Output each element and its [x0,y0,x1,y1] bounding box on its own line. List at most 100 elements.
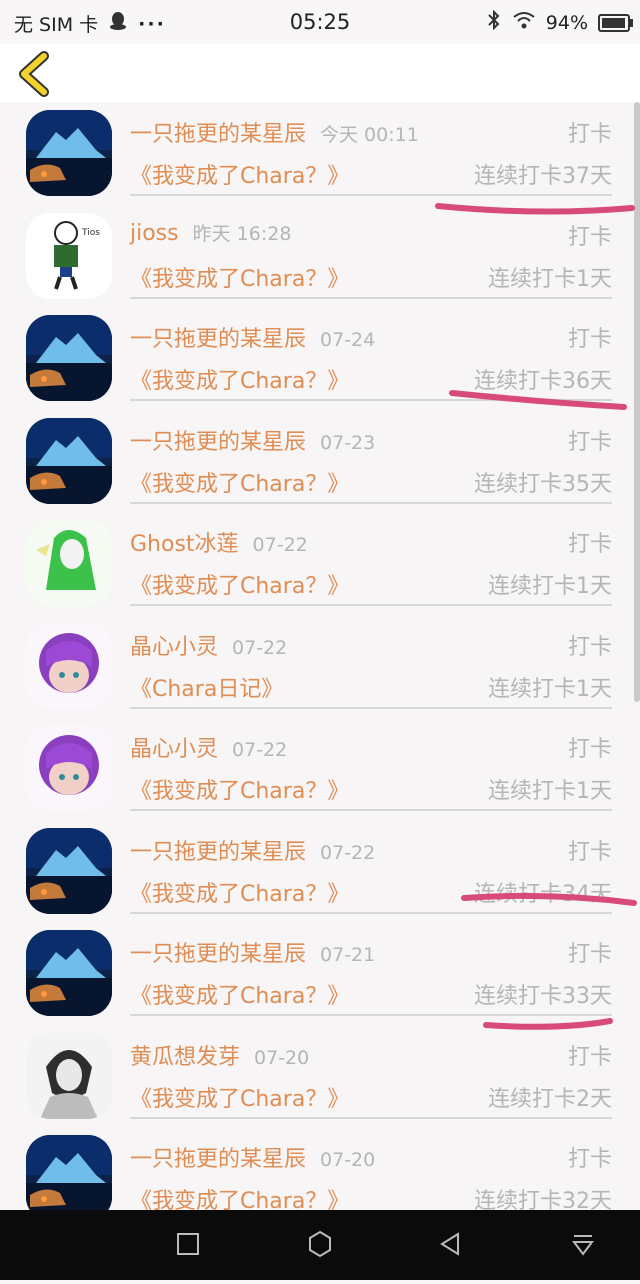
wifi-icon [512,10,536,35]
user-name[interactable]: 晶心小灵 07-22 [130,629,287,661]
checkin-action: 打卡 [567,532,612,557]
avatar[interactable] [26,1033,112,1119]
list-item[interactable]: 一只拖更的某星辰 07-23 打卡 《我变成了Chara？》 连续打卡35天 [0,410,640,513]
checkin-time: 昨天 16:28 [192,222,292,245]
list-item[interactable]: 晶心小灵 07-22 打卡 《我变成了Chara？》 连续打卡1天 [0,717,640,820]
status-right: 94% [486,9,633,35]
chevron-left-icon [19,51,49,97]
checkin-time: 07-22 [252,534,308,556]
book-title[interactable]: 《我变成了Chara？》 [130,158,349,190]
book-title[interactable]: 《我变成了Chara？》 [130,466,349,498]
list-item[interactable]: Ghost冰莲 07-22 打卡 《我变成了Chara？》 连续打卡1天 [0,512,640,615]
streak-count: 连续打卡32天 [474,1189,612,1210]
checkin-time: 07-21 [320,944,376,966]
pull-down-button[interactable] [572,1235,594,1256]
avatar[interactable] [26,623,112,709]
bluetooth-icon [486,9,502,35]
scrollbar[interactable] [634,102,640,702]
battery-percent: 94% [545,11,588,34]
list-item[interactable]: jioss 昨天 16:28 打卡 《我变成了Chara？》 连续打卡1天 [0,205,640,308]
divider [130,809,612,811]
divider [130,1014,612,1016]
back-button[interactable] [12,50,56,98]
streak-count: 连续打卡1天 [488,779,612,804]
list-item[interactable]: 一只拖更的某星辰 07-21 打卡 《我变成了Chara？》 连续打卡33天 [0,922,640,1025]
divider [130,194,612,196]
divider [130,501,612,504]
divider [130,1116,612,1119]
user-name[interactable]: 一只拖更的某星辰 07-22 [130,834,375,866]
checkin-time: 07-22 [232,636,288,659]
streak-count: 连续打卡1天 [488,574,612,599]
list-item[interactable]: 一只拖更的某星辰 今天 00:11 打卡 《我变成了Chara？》 连续打卡37天 [0,102,640,205]
checkin-list[interactable]: 一只拖更的某星辰 今天 00:11 打卡 《我变成了Chara？》 连续打卡37天… [0,102,640,1210]
user-name[interactable]: 一只拖更的某星辰 今天 00:11 [130,116,419,148]
book-title[interactable]: 《我变成了Chara？》 [130,261,349,293]
checkin-time: 07-20 [320,1149,376,1171]
user-name[interactable]: 一只拖更的某星辰 07-24 [130,321,375,353]
book-title[interactable]: 《我变成了Chara？》 [130,978,349,1010]
divider [130,911,612,914]
user-name[interactable]: 黄瓜想发芽 07-20 [130,1039,309,1071]
streak-count: 连续打卡2天 [488,1086,612,1112]
streak-count: 连续打卡33天 [474,984,612,1009]
streak-count: 连续打卡35天 [474,471,612,497]
checkin-action: 打卡 [567,942,612,967]
list-item[interactable]: 一只拖更的某星辰 07-20 打卡 《我变成了Chara？》 连续打卡32天 [0,1127,640,1210]
streak-count: 连续打卡37天 [474,164,612,189]
user-name[interactable]: 一只拖更的某星辰 07-23 [130,424,375,456]
download-icon [572,1235,594,1256]
checkin-time: 07-24 [320,329,376,351]
user-name[interactable]: jioss 昨天 16:28 [130,219,291,246]
book-title[interactable]: 《我变成了Chara？》 [130,1081,349,1113]
list-item[interactable]: 一只拖更的某星辰 07-22 打卡 《我变成了Chara？》 连续打卡34天 [0,820,640,923]
divider [130,706,612,709]
checkin-action: 打卡 [567,634,612,660]
book-title[interactable]: 《我变成了Chara？》 [130,363,349,395]
checkin-action: 打卡 [567,429,612,455]
hexagon-home-icon [309,1230,331,1258]
checkin-action: 打卡 [567,1044,612,1070]
divider [130,399,612,401]
checkin-time: 今天 00:11 [320,124,419,146]
avatar[interactable] [26,930,112,1016]
book-title[interactable]: 《我变成了Chara？》 [130,876,349,908]
checkin-action: 打卡 [567,122,612,147]
avatar[interactable] [26,110,112,196]
list-item[interactable]: 晶心小灵 07-22 打卡 《Chara日记》 连续打卡1天 [0,615,640,718]
back-nav-button[interactable] [440,1232,459,1256]
book-title[interactable]: 《我变成了Chara？》 [130,568,349,600]
list-item[interactable]: 黄瓜想发芽 07-20 打卡 《我变成了Chara？》 连续打卡2天 [0,1025,640,1128]
avatar[interactable] [26,315,112,401]
avatar[interactable] [26,828,112,914]
header [0,44,640,102]
recent-apps-button[interactable] [177,1233,199,1255]
divider [130,604,612,606]
checkin-action: 打卡 [567,839,612,865]
avatar[interactable] [26,1135,112,1210]
checkin-time: 07-23 [320,431,376,454]
checkin-time: 07-22 [320,841,376,864]
book-title[interactable]: 《我变成了Chara？》 [130,773,349,805]
checkin-action: 打卡 [567,1147,612,1172]
checkin-action: 打卡 [567,737,612,762]
book-title[interactable]: 《Chara日记》 [130,671,283,703]
square-icon [177,1233,199,1255]
divider [130,296,612,299]
avatar[interactable] [26,213,112,299]
streak-count: 连续打卡1天 [488,676,612,702]
book-title[interactable]: 《我变成了Chara？》 [130,1183,349,1210]
system-nav-bar [0,1210,640,1280]
user-name[interactable]: 一只拖更的某星辰 07-20 [130,1141,375,1173]
checkin-time: 07-22 [232,739,288,761]
user-name[interactable]: Ghost冰莲 07-22 [130,526,308,558]
avatar[interactable] [26,418,112,504]
avatar[interactable] [26,725,112,811]
list-item[interactable]: 一只拖更的某星辰 07-24 打卡 《我变成了Chara？》 连续打卡36天 [0,307,640,410]
user-name[interactable]: 一只拖更的某星辰 07-21 [130,936,375,968]
home-button[interactable] [309,1230,331,1258]
checkin-action: 打卡 [567,224,612,250]
checkin-action: 打卡 [567,327,612,352]
avatar[interactable] [26,520,112,606]
user-name[interactable]: 晶心小灵 07-22 [130,731,287,763]
